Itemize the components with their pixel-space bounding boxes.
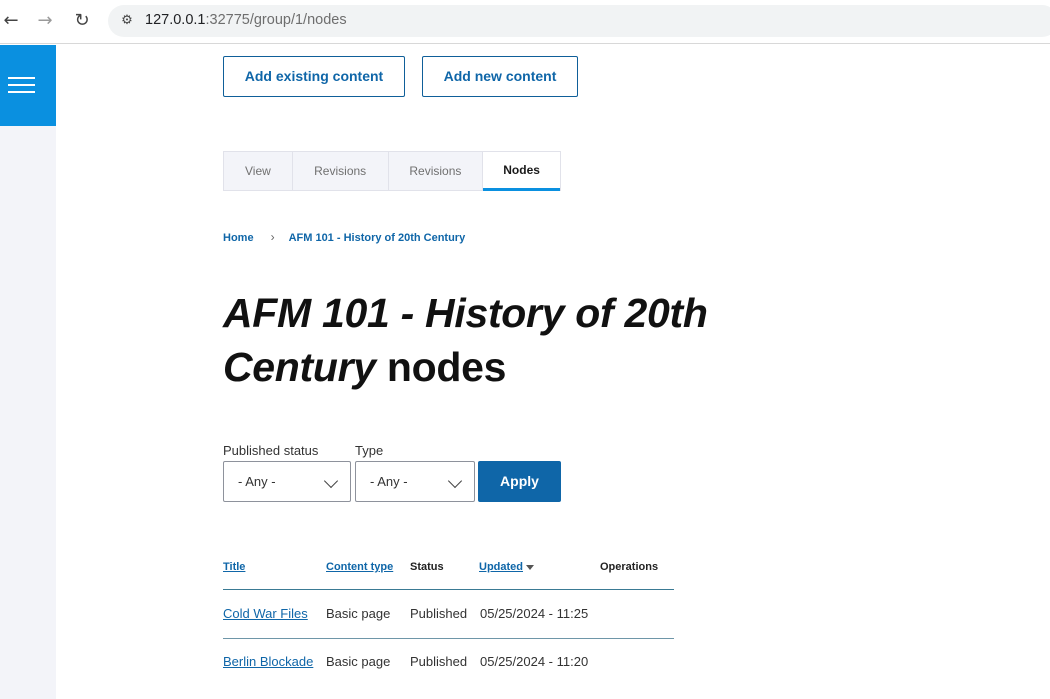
- back-arrow-icon[interactable]: ←: [0, 10, 22, 32]
- page-title-suffix: nodes: [375, 344, 507, 390]
- column-header-updated-label: Updated: [479, 561, 523, 573]
- row-content-type: Basic page: [326, 606, 391, 621]
- column-header-status: Status: [410, 561, 444, 573]
- chevron-down-icon: [323, 473, 339, 489]
- type-label: Type: [355, 443, 384, 458]
- tab-revisions-2[interactable]: Revisions: [389, 152, 484, 190]
- local-tasks-tabs: View Revisions Revisions Nodes: [223, 151, 561, 191]
- column-header-title[interactable]: Title: [223, 561, 245, 573]
- apply-button[interactable]: Apply: [478, 461, 561, 502]
- type-value: - Any -: [370, 474, 408, 489]
- type-select[interactable]: - Any -: [355, 461, 475, 502]
- breadcrumb-home-link[interactable]: Home: [223, 232, 254, 244]
- row-content-type: Basic page: [326, 654, 391, 669]
- add-new-content-button[interactable]: Add new content: [422, 56, 578, 97]
- column-header-operations: Operations: [600, 561, 659, 573]
- chevron-down-icon: [447, 473, 463, 489]
- row-title-link[interactable]: Berlin Blockade: [223, 654, 313, 669]
- tab-revisions[interactable]: Revisions: [293, 152, 389, 190]
- sort-descending-icon: [526, 564, 534, 570]
- row-title-link[interactable]: Cold War Files: [223, 606, 308, 621]
- table-header-divider: [223, 589, 674, 590]
- url-text[interactable]: 127.0.0.1:32775/group/1/nodes: [145, 12, 347, 28]
- table-row-divider: [223, 638, 674, 639]
- row-updated: 05/25/2024 - 11:20: [480, 654, 589, 669]
- reload-icon[interactable]: ↻: [71, 10, 93, 32]
- tab-view[interactable]: View: [224, 152, 293, 190]
- page-title: AFM 101 - History of 20th Century nodes: [223, 286, 843, 394]
- row-status: Published: [410, 606, 468, 621]
- published-status-label: Published status: [223, 443, 319, 458]
- address-bar[interactable]: ⚙ 127.0.0.1:32775/group/1/nodes: [108, 5, 1050, 37]
- breadcrumb-current-link[interactable]: AFM 101 - History of 20th Century: [289, 232, 466, 244]
- site-settings-icon[interactable]: ⚙: [118, 12, 136, 30]
- url-host: 127.0.0.1: [145, 12, 206, 28]
- url-path: :32775/group/1/nodes: [205, 12, 347, 28]
- browser-toolbar: ← → ↻ ⚙ 127.0.0.1:32775/group/1/nodes: [0, 0, 1050, 44]
- tab-nodes[interactable]: Nodes: [483, 152, 560, 191]
- row-status: Published: [410, 654, 468, 669]
- row-updated: 05/25/2024 - 11:25: [480, 606, 589, 621]
- column-header-updated[interactable]: Updated: [479, 561, 534, 573]
- chevron-right-icon: ›: [270, 230, 275, 244]
- admin-sidebar: [0, 45, 56, 699]
- published-status-value: - Any -: [238, 474, 276, 489]
- add-existing-content-button[interactable]: Add existing content: [223, 56, 405, 97]
- column-header-content-type[interactable]: Content type: [326, 561, 393, 573]
- breadcrumb: Home › AFM 101 - History of 20th Century: [223, 230, 465, 244]
- published-status-select[interactable]: - Any -: [223, 461, 351, 502]
- forward-arrow-icon[interactable]: →: [34, 10, 56, 32]
- hamburger-menu-icon[interactable]: [0, 45, 56, 126]
